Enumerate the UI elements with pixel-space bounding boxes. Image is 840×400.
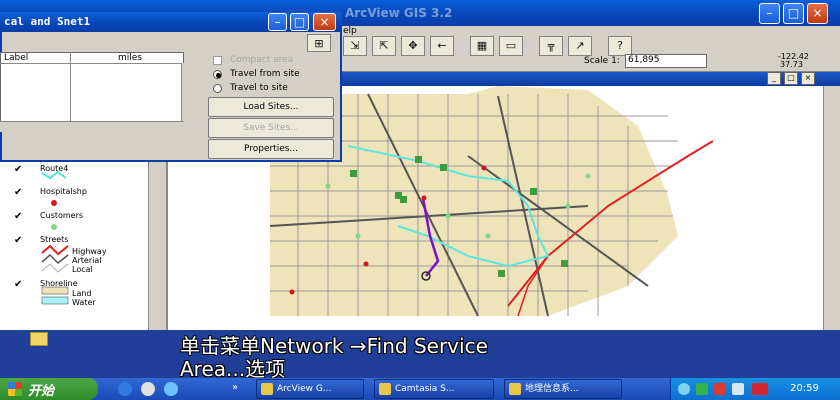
tool-zoom-in[interactable]: ⇲ bbox=[343, 36, 367, 56]
app-close-button[interactable]: × bbox=[807, 3, 828, 24]
desktop-folder-icon[interactable] bbox=[30, 332, 48, 346]
view-close-button[interactable]: × bbox=[801, 72, 815, 85]
travel-to-radio[interactable] bbox=[213, 84, 222, 93]
highway-symbol bbox=[41, 244, 69, 256]
view-minimize-button[interactable]: _ bbox=[767, 72, 781, 85]
clock: 20:59 bbox=[790, 383, 819, 394]
app-minimize-button[interactable]: – bbox=[759, 3, 780, 24]
tray-network-icon[interactable] bbox=[678, 383, 690, 395]
land-symbol bbox=[41, 286, 69, 295]
compact-area-label: Compact area bbox=[230, 55, 294, 65]
arterial-symbol bbox=[41, 253, 69, 265]
menu-help-fragment[interactable]: elp bbox=[343, 26, 357, 36]
tool-zoom-previous[interactable]: ← bbox=[430, 36, 454, 56]
map-vertical-scrollbar[interactable] bbox=[823, 86, 840, 330]
app-maximize-button[interactable]: □ bbox=[783, 3, 804, 24]
taskbar-arcview[interactable]: ArcView G... bbox=[256, 379, 364, 399]
tray-antivirus-icon[interactable] bbox=[714, 383, 726, 395]
tray-volume-icon[interactable] bbox=[732, 383, 744, 395]
water-symbol bbox=[41, 296, 69, 305]
save-sites-button[interactable]: Save Sites... bbox=[208, 118, 334, 138]
task-icon bbox=[379, 383, 391, 395]
quicklaunch-expand-icon[interactable]: » bbox=[232, 382, 238, 393]
travel-from-radio-dot bbox=[216, 73, 221, 78]
view-maximize-button[interactable]: □ bbox=[784, 72, 798, 85]
tray-app-icon[interactable] bbox=[752, 383, 768, 395]
quicklaunch-desktop-icon[interactable] bbox=[164, 382, 178, 396]
quicklaunch-ie-icon[interactable] bbox=[118, 382, 132, 396]
scale-label: Scale 1: bbox=[584, 56, 620, 66]
task-icon bbox=[261, 383, 273, 395]
dialog-close-button[interactable]: × bbox=[313, 13, 336, 31]
dialog-minimize-button[interactable]: – bbox=[268, 13, 287, 31]
tool-help[interactable]: ? bbox=[608, 36, 632, 56]
sites-table[interactable] bbox=[0, 52, 184, 132]
tool-page[interactable]: ▭ bbox=[499, 36, 523, 56]
windows-flag-icon bbox=[8, 382, 22, 396]
customer-symbol bbox=[51, 224, 57, 230]
scale-input[interactable]: 61,895 bbox=[625, 54, 707, 68]
table-horizontal-scrollbar[interactable] bbox=[0, 121, 184, 132]
taskbar-gis-folder[interactable]: 地理信息系... bbox=[504, 379, 622, 399]
table-header-miles: miles bbox=[118, 53, 142, 63]
table-header-label: Label bbox=[4, 53, 29, 63]
travel-from-label: Travel from site bbox=[230, 69, 300, 79]
quicklaunch-media-icon[interactable] bbox=[141, 382, 155, 396]
taskbar-camtasia[interactable]: Camtasia S... bbox=[374, 379, 494, 399]
tray-security-icon[interactable] bbox=[696, 383, 708, 395]
tool-measure[interactable]: ↗ bbox=[568, 36, 592, 56]
dialog-title: cal and Snet1 bbox=[4, 15, 91, 28]
dialog-maximize-button[interactable]: □ bbox=[290, 13, 309, 31]
tool-layout[interactable]: ▦ bbox=[470, 36, 494, 56]
table-header-rule bbox=[0, 63, 182, 64]
travel-to-label: Travel to site bbox=[230, 83, 288, 93]
task-icon bbox=[509, 383, 521, 395]
dialog-edit-icon[interactable]: ⊞ bbox=[307, 34, 331, 52]
local-symbol bbox=[41, 263, 69, 273]
route-symbol bbox=[41, 170, 67, 180]
tool-chart[interactable]: ╦ bbox=[539, 36, 563, 56]
properties-button[interactable]: Properties... bbox=[208, 139, 334, 159]
tool-zoom-out[interactable]: ⇱ bbox=[372, 36, 396, 56]
hospital-symbol bbox=[51, 200, 57, 206]
load-sites-button[interactable]: Load Sites... bbox=[208, 97, 334, 117]
tool-zoom-full[interactable]: ✥ bbox=[401, 36, 425, 56]
start-label: 开始 bbox=[28, 384, 55, 399]
app-title-text: ArcView GIS 3.2 bbox=[345, 6, 453, 20]
table-vertical-scrollbar[interactable] bbox=[181, 63, 194, 121]
compact-area-checkbox[interactable] bbox=[213, 56, 222, 65]
coord-y-readout: 37.73 bbox=[780, 60, 803, 69]
